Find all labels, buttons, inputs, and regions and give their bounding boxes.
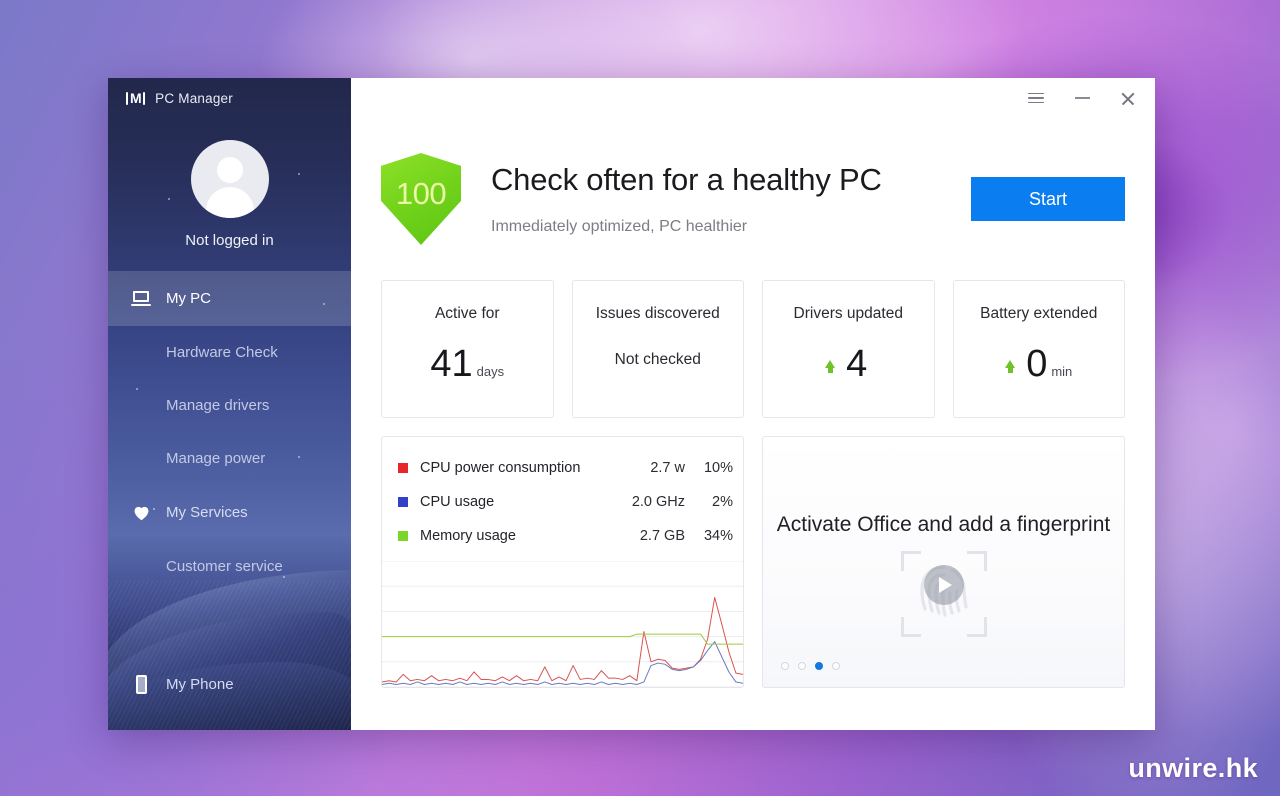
stat-number: 0	[1026, 343, 1048, 385]
performance-chart-svg	[382, 561, 743, 687]
performance-chart	[382, 561, 743, 687]
sidebar: M PC Manager Not logged in My PC Hardwar…	[108, 78, 351, 730]
sidebar-item-label: My PC	[166, 290, 211, 307]
carousel-dot-2[interactable]	[798, 662, 806, 670]
stat-unit: min	[1051, 364, 1073, 379]
promo-carousel-card[interactable]: Activate Office and add a fingerprint	[762, 436, 1125, 688]
stat-number: 41	[430, 343, 473, 385]
user-profile[interactable]: Not logged in	[108, 118, 351, 271]
fingerprint-scan-icon	[900, 551, 987, 637]
sidebar-item-manage-drivers[interactable]: Manage drivers	[108, 379, 351, 432]
sidebar-item-label: Manage drivers	[166, 397, 270, 414]
legend-swatch-cpu-usage	[398, 497, 408, 507]
page-title: Check often for a healthy PC	[491, 162, 882, 197]
pc-manager-logo-icon: M	[126, 91, 146, 105]
sidebar-item-my-phone[interactable]: My Phone	[108, 657, 351, 712]
close-icon[interactable]	[1105, 82, 1151, 114]
avatar[interactable]	[190, 140, 269, 218]
main-content: 100 Check often for a healthy PC Immedia…	[351, 78, 1155, 730]
health-score-value: 100	[395, 176, 447, 211]
app-title: PC Manager	[155, 90, 233, 106]
window-titlebar	[351, 78, 1155, 118]
sidebar-nav: My PC Hardware Check Manage drivers Mana…	[108, 271, 351, 593]
legend-swatch-cpu-power	[398, 463, 408, 473]
metric-row: CPU power consumption 2.7 w 10%	[382, 451, 743, 485]
stat-label: Active for	[434, 305, 500, 322]
stat-card-drivers-updated[interactable]: Drivers updated 4	[762, 280, 935, 418]
app-titlebar-brand: M PC Manager	[108, 78, 351, 118]
sidebar-item-label: My Services	[166, 504, 248, 521]
sidebar-item-label: Hardware Check	[166, 344, 278, 361]
sidebar-nav-bottom: My Phone	[108, 657, 351, 712]
metric-value: 2.7 GB	[639, 528, 685, 544]
login-status-label: Not logged in	[185, 232, 274, 249]
pc-manager-window: M PC Manager Not logged in My PC Hardwar…	[108, 78, 1155, 730]
sidebar-item-my-services[interactable]: My Services	[108, 485, 351, 540]
stat-value: 0 min	[1005, 345, 1072, 383]
laptop-icon	[130, 291, 152, 306]
metric-value: 2.7 w	[650, 460, 685, 476]
health-hero: 100 Check often for a healthy PC Immedia…	[351, 118, 1155, 268]
carousel-dot-3[interactable]	[815, 662, 823, 670]
sidebar-item-manage-power[interactable]: Manage power	[108, 432, 351, 485]
stat-value: 41 days	[430, 345, 504, 383]
metric-row: CPU usage 2.0 GHz 2%	[382, 485, 743, 519]
hero-subtitle: Immediately optimized, PC healthier	[491, 218, 748, 235]
metric-percent: 34%	[703, 528, 733, 544]
stat-label: Issues discovered	[595, 305, 720, 322]
hamburger-menu-icon[interactable]	[1013, 82, 1059, 114]
stat-label: Battery extended	[980, 305, 1098, 322]
phone-icon	[130, 675, 152, 694]
stat-unit: days	[476, 364, 505, 379]
carousel-dot-1[interactable]	[781, 662, 789, 670]
stat-label: Drivers updated	[793, 305, 903, 322]
sidebar-item-my-pc[interactable]: My PC	[108, 271, 351, 326]
metric-name: CPU power consumption	[420, 460, 581, 476]
arrow-up-icon	[825, 360, 836, 373]
stat-card-active-for[interactable]: Active for 41 days	[381, 280, 554, 418]
sidebar-item-customer-service[interactable]: Customer service	[108, 540, 351, 593]
stat-number: 4	[846, 343, 868, 385]
metric-percent: 10%	[703, 460, 733, 476]
bottom-row: CPU power consumption 2.7 w 10% CPU usag…	[351, 436, 1155, 688]
performance-metric-list: CPU power consumption 2.7 w 10% CPU usag…	[382, 437, 743, 561]
legend-swatch-memory-usage	[398, 531, 408, 541]
stat-card-battery-extended[interactable]: Battery extended 0 min	[952, 280, 1125, 418]
desktop-background: unwire.hk M PC Manager Not logged in My …	[0, 0, 1280, 796]
metric-name: Memory usage	[420, 528, 516, 544]
stat-value: 4	[825, 345, 871, 383]
metric-name: CPU usage	[420, 494, 495, 510]
sidebar-item-hardware-check[interactable]: Hardware Check	[108, 326, 351, 379]
carousel-dots	[781, 662, 840, 670]
stat-card-issues-discovered[interactable]: Issues discovered Not checked	[571, 280, 744, 418]
metric-value: 2.0 GHz	[631, 494, 685, 510]
sidebar-item-label: Manage power	[166, 450, 266, 467]
hero-text-block: Check often for a healthy PC Immediately…	[491, 162, 955, 236]
promo-title: Activate Office and add a fingerprint	[776, 513, 1111, 536]
stats-row: Active for 41 days Issues discovered Not…	[351, 280, 1155, 418]
stat-status-text: Not checked	[614, 351, 701, 368]
sidebar-item-label: My Phone	[166, 676, 234, 693]
heart-icon	[130, 504, 152, 521]
health-score-shield: 100	[381, 153, 461, 245]
sidebar-item-label: Customer service	[166, 558, 283, 575]
arrow-up-icon	[1005, 360, 1016, 373]
play-button-icon[interactable]	[923, 565, 964, 606]
site-watermark: unwire.hk	[1128, 753, 1258, 783]
performance-monitor-card[interactable]: CPU power consumption 2.7 w 10% CPU usag…	[381, 436, 744, 688]
carousel-dot-4[interactable]	[832, 662, 840, 670]
minimize-icon[interactable]	[1059, 82, 1105, 114]
metric-row: Memory usage 2.7 GB 34%	[382, 519, 743, 553]
metric-percent: 2%	[712, 494, 733, 510]
start-button[interactable]: Start	[971, 177, 1125, 221]
